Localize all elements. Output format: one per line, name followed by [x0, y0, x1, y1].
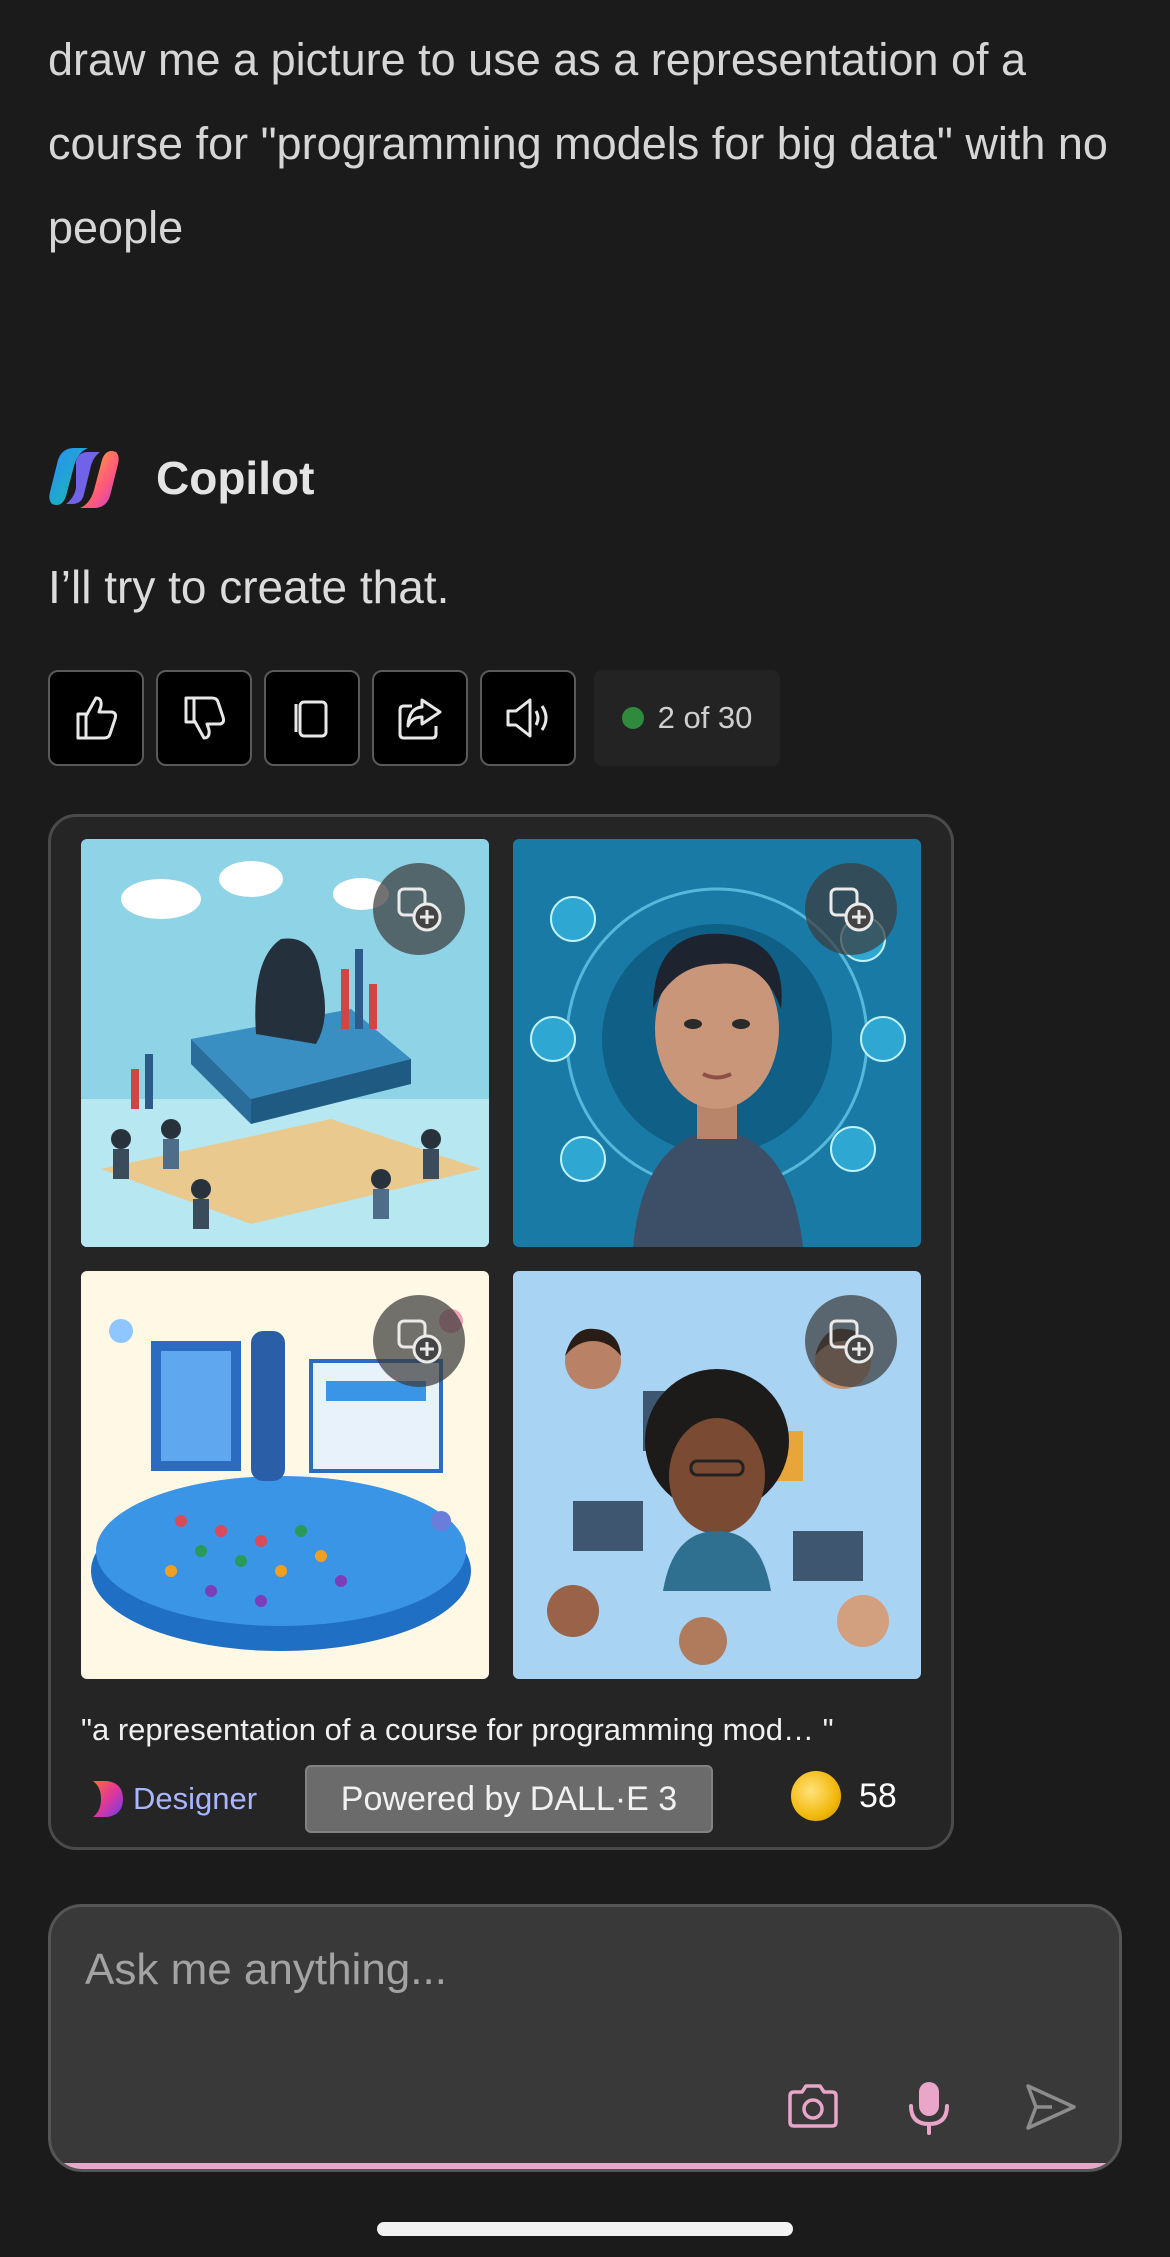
message-composer: [48, 1904, 1122, 2172]
copilot-logo-icon: [49, 448, 119, 508]
camera-button[interactable]: [781, 2075, 845, 2139]
designer-link[interactable]: Designer: [87, 1777, 257, 1821]
thumbs-up-icon: [76, 696, 118, 740]
add-to-collection-button[interactable]: [805, 1295, 897, 1387]
assistant-header: Copilot: [48, 444, 314, 512]
designer-label: Designer: [133, 1781, 258, 1816]
send-button[interactable]: [1019, 2075, 1083, 2139]
boost-coin-icon: [791, 1771, 841, 1821]
copy-icon: [294, 700, 328, 738]
generated-image-3[interactable]: [81, 1271, 489, 1679]
camera-icon: [788, 2084, 838, 2128]
generated-image-2[interactable]: [513, 839, 921, 1247]
generated-image-4[interactable]: [513, 1271, 921, 1679]
chat-screen: draw me a picture to use as a representa…: [0, 0, 1170, 2257]
add-to-collection-icon: [829, 1319, 874, 1364]
add-to-collection-icon: [829, 887, 874, 932]
copy-button[interactable]: [264, 670, 360, 766]
message-actions: 2 of 30: [48, 670, 780, 766]
boosts-counter[interactable]: 58: [791, 1771, 897, 1821]
add-to-collection-button[interactable]: [373, 1295, 465, 1387]
add-to-collection-button[interactable]: [805, 863, 897, 955]
microphone-button[interactable]: [897, 2075, 961, 2139]
microphone-icon: [909, 2082, 949, 2135]
thumbs-down-icon: [184, 696, 226, 740]
home-indicator[interactable]: [377, 2222, 793, 2236]
status-dot: [621, 707, 644, 729]
add-to-collection-icon: [397, 887, 442, 932]
share-icon: [398, 698, 442, 740]
designer-logo-icon: [93, 1781, 123, 1817]
user-message: draw me a picture to use as a representa…: [48, 34, 1108, 253]
assistant-name: Copilot: [156, 452, 315, 504]
read-aloud-button[interactable]: [480, 670, 576, 766]
send-icon: [1026, 2084, 1076, 2130]
turn-counter-text: 2 of 30: [657, 700, 753, 735]
like-button[interactable]: [48, 670, 144, 766]
dislike-button[interactable]: [156, 670, 252, 766]
turn-counter: 2 of 30: [594, 670, 780, 766]
ask-input[interactable]: [85, 1945, 985, 1995]
image-prompt-caption[interactable]: "a representation of a course for progra…: [81, 1712, 941, 1748]
image-creator-card: "a representation of a course for progra…: [48, 814, 954, 1850]
assistant-reply: I’ll try to create that.: [48, 561, 450, 613]
generated-image-1[interactable]: [81, 839, 489, 1247]
add-to-collection-button[interactable]: [373, 863, 465, 955]
speaker-icon: [506, 698, 548, 738]
boost-count: 58: [859, 1776, 897, 1815]
share-button[interactable]: [372, 670, 468, 766]
composer-accent-line: [51, 2163, 1119, 2169]
add-to-collection-icon: [397, 1319, 442, 1364]
powered-by-dalle-badge[interactable]: Powered by DALL·E 3: [305, 1765, 713, 1833]
